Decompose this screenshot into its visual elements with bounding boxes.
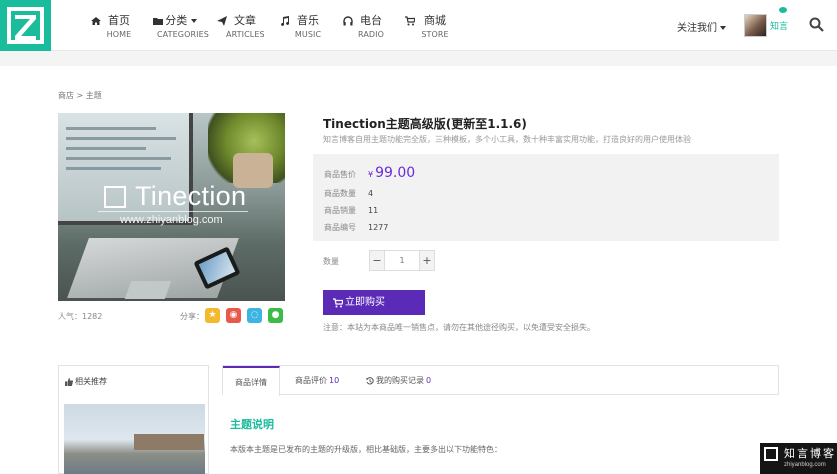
tab-details[interactable]: 商品详情 — [223, 366, 280, 396]
image-url-text: www.zhiyanblog.com — [120, 214, 223, 226]
nav-articles-sublabel: ARTICLES — [226, 30, 265, 39]
product-subtitle: 知言博客自用主题功能完全版，三种模板，多个小工具，数十种丰富实用功能，打造良好的… — [323, 135, 691, 144]
z-logo-icon — [764, 447, 778, 461]
nav-store[interactable]: 商城 STORE — [420, 14, 450, 41]
product-image: Tinection www.zhiyanblog.com — [58, 113, 285, 301]
nav-home-sublabel: HOME — [106, 30, 132, 39]
site-header: 首页 HOME 分类 CATEGORIES 文章 ARTICLES 音乐 MUS… — [0, 0, 837, 51]
message-bubble-icon[interactable] — [779, 7, 787, 13]
popularity-count: 人气：1282 — [58, 312, 103, 321]
product-tabs: 商品详情 商品评价 10 我的购买记录 0 — [222, 365, 779, 396]
z-logo-icon — [104, 186, 126, 208]
nav-categories-sublabel: CATEGORIES — [157, 30, 209, 39]
nav-home[interactable]: 首页 HOME — [104, 14, 134, 41]
nav-store-label: 商城 — [424, 14, 446, 27]
headphones-icon — [343, 16, 353, 26]
nav-articles[interactable]: 文章 ARTICLES — [226, 14, 265, 41]
quantity-label: 数量 — [323, 257, 339, 266]
cart-icon — [333, 298, 343, 308]
purchase-notice: 注意：本站为本商品唯一销售点，请勿在其他途径购买，以免遭受安全损失。 — [323, 323, 595, 332]
sales-row: 商品销量 11 — [324, 205, 378, 216]
home-icon — [91, 17, 101, 25]
price-value: 99.00 — [375, 165, 416, 181]
price-row: 商品售价 ¥99.00 — [324, 165, 415, 181]
stock-value: 4 — [368, 189, 374, 198]
quantity-stepper: − 1 + — [369, 250, 435, 271]
tab-purchase-history-label: 我的购买记录 — [376, 376, 424, 385]
share-label: 分享： — [180, 312, 204, 321]
sales-value: 11 — [368, 206, 379, 215]
cart-icon — [405, 16, 415, 26]
username-link[interactable]: 知言 — [770, 19, 788, 32]
qzone-share-icon[interactable]: ★ — [205, 308, 220, 323]
quantity-decrement-button[interactable]: − — [370, 251, 385, 270]
tab-details-label: 商品详情 — [235, 378, 267, 387]
quantity-increment-button[interactable]: + — [419, 251, 434, 270]
site-logo[interactable] — [0, 0, 51, 51]
sales-label: 商品销量 — [324, 206, 356, 215]
nav-radio-label: 电台 — [360, 14, 382, 27]
watermark-url: zhiyanblog.com — [784, 462, 826, 468]
nav-categories[interactable]: 分类 CATEGORIES — [157, 14, 209, 41]
related-products: 相关推荐 — [58, 365, 209, 474]
nav-store-sublabel: STORE — [421, 30, 449, 39]
nav-music[interactable]: 音乐 MUSIC — [294, 14, 322, 41]
stock-row: 商品数量 4 — [324, 188, 373, 199]
nav-radio-sublabel: RADIO — [357, 30, 385, 39]
product-id-label: 商品编号 — [324, 223, 356, 232]
chevron-down-icon — [720, 26, 726, 30]
image-brand-text: Tinection — [135, 181, 247, 211]
section-title: 主题说明 — [230, 418, 274, 431]
nav-articles-label: 文章 — [234, 14, 256, 27]
breadcrumb[interactable]: 商店 > 主题 — [58, 90, 102, 101]
weibo-share-icon[interactable]: ◉ — [226, 308, 241, 323]
product-id-value: 1277 — [368, 223, 389, 232]
nav-categories-label: 分类 — [157, 14, 205, 27]
nav-radio[interactable]: 电台 RADIO — [357, 14, 385, 41]
quantity-input[interactable]: 1 — [385, 251, 419, 270]
watermark-text: 知言博客 — [784, 447, 836, 460]
music-icon — [281, 16, 290, 26]
tab-reviews-count: 10 — [329, 376, 340, 385]
related-product-thumbnail[interactable] — [64, 404, 205, 474]
z-logo-icon — [7, 7, 44, 44]
chevron-down-icon — [190, 19, 197, 23]
related-title: 相关推荐 — [65, 376, 107, 387]
tab-purchase-history[interactable]: 我的购买记录 0 — [366, 366, 431, 395]
stock-label: 商品数量 — [324, 189, 356, 198]
buy-now-button[interactable]: 立即购买 — [323, 290, 425, 315]
tencent-weibo-share-icon[interactable]: ◌ — [247, 308, 262, 323]
wechat-share-icon[interactable]: ● — [268, 308, 283, 323]
tab-reviews-label: 商品评价 — [295, 376, 327, 385]
thumbs-up-icon — [65, 377, 73, 386]
product-id-row: 商品编号 1277 — [324, 222, 388, 233]
site-watermark: 知言博客 zhiyanblog.com — [760, 443, 837, 474]
history-icon — [366, 376, 374, 384]
nav-music-label: 音乐 — [297, 14, 319, 27]
currency-symbol: ¥ — [368, 170, 374, 179]
follow-us-menu[interactable]: 关注我们 — [677, 19, 726, 34]
tab-reviews[interactable]: 商品评价 10 — [295, 366, 339, 395]
follow-us-label: 关注我们 — [677, 23, 717, 34]
search-icon[interactable] — [809, 17, 824, 32]
related-title-label: 相关推荐 — [75, 377, 107, 386]
avatar[interactable] — [744, 14, 767, 37]
tab-purchase-history-count: 0 — [426, 376, 432, 385]
nav-home-label: 首页 — [108, 14, 130, 27]
buy-now-label: 立即购买 — [345, 297, 385, 308]
price-label: 商品售价 — [324, 170, 356, 179]
nav-music-sublabel: MUSIC — [294, 30, 322, 39]
product-info-box: 商品售价 ¥99.00 商品数量 4 商品销量 11 商品编号 1277 — [313, 154, 779, 241]
section-text: 本版本主题是已发布的主题的升级版，相比基础版，主要多出以下功能特色： — [230, 445, 502, 454]
product-title: Tinection主题高级版(更新至1.1.6) — [323, 117, 527, 131]
